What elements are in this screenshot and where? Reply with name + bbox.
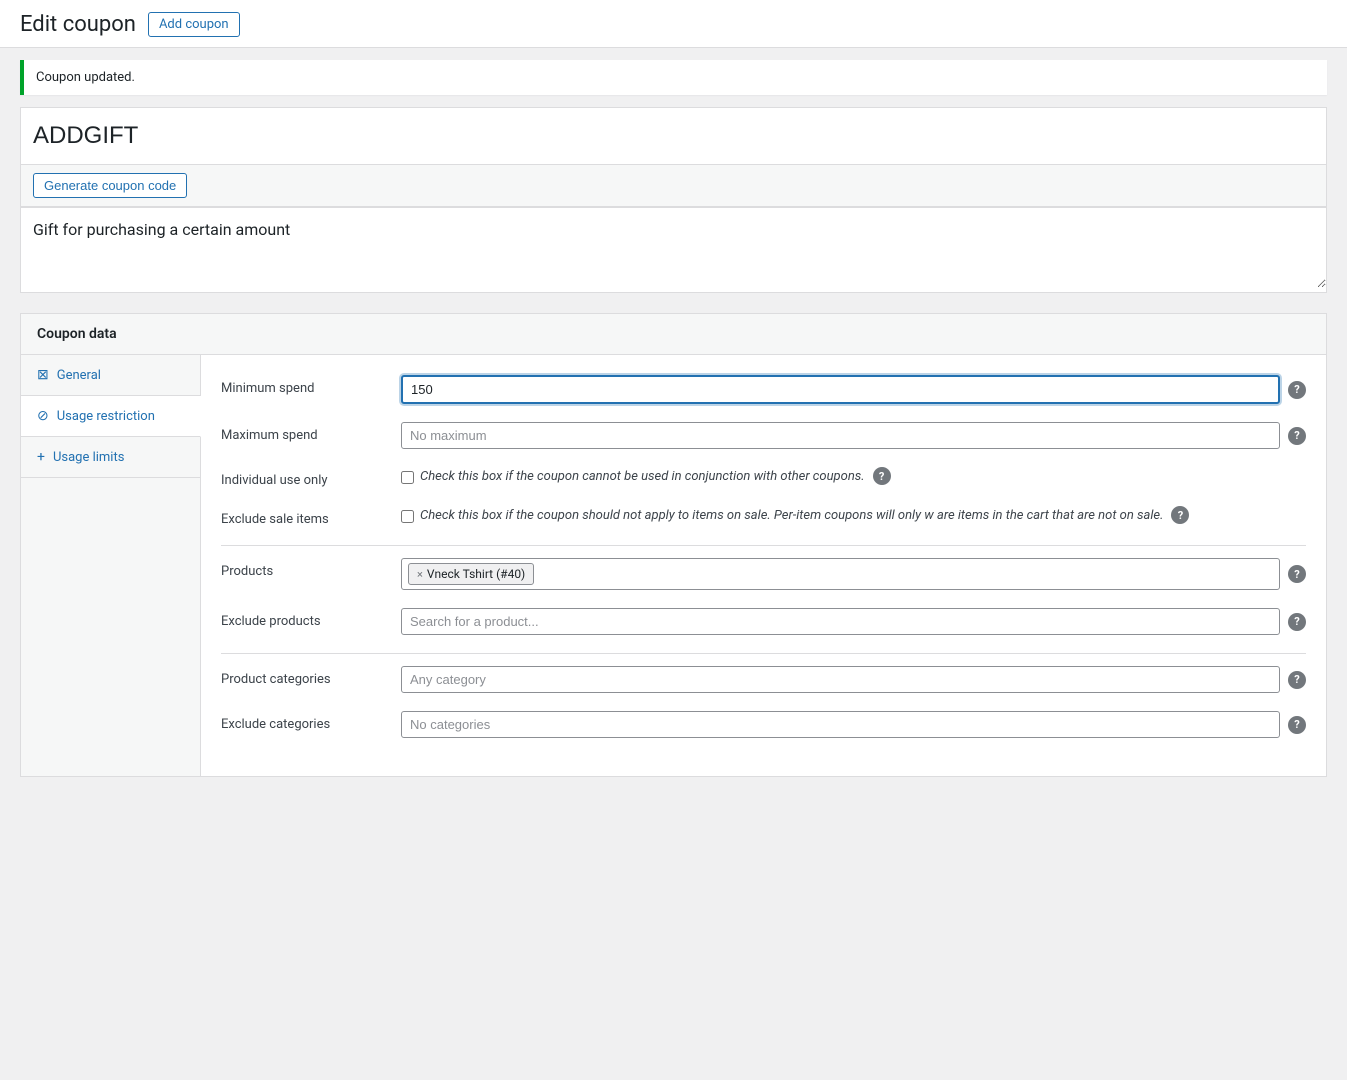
products-help-icon[interactable]: ? bbox=[1288, 565, 1306, 583]
exclude-products-row: Exclude products ? bbox=[221, 608, 1306, 635]
tab-usage-limits[interactable]: + Usage limits bbox=[21, 437, 200, 478]
product-categories-label: Product categories bbox=[221, 666, 401, 687]
individual-use-checkbox-label: Check this box if the coupon cannot be u… bbox=[401, 469, 865, 484]
exclude-products-control: ? bbox=[401, 608, 1306, 635]
restriction-icon: ⊘ bbox=[37, 408, 49, 424]
individual-use-label: Individual use only bbox=[221, 467, 401, 488]
individual-use-row: Individual use only Check this box if th… bbox=[221, 467, 1306, 488]
tab-usage-restriction-label: Usage restriction bbox=[57, 409, 155, 424]
page-wrapper: Edit coupon Add coupon Coupon updated. G… bbox=[0, 0, 1347, 1080]
product-categories-control: ? bbox=[401, 666, 1306, 693]
maximum-spend-help-icon[interactable]: ? bbox=[1288, 427, 1306, 445]
individual-use-help-icon[interactable]: ? bbox=[873, 467, 891, 485]
products-input-wrapper[interactable]: × Vneck Tshirt (#40) bbox=[401, 558, 1280, 590]
exclude-sale-row: Exclude sale items Check this box if the… bbox=[221, 506, 1306, 527]
exclude-products-label: Exclude products bbox=[221, 608, 401, 629]
minimum-spend-input[interactable] bbox=[401, 375, 1280, 404]
coupon-data-section: Coupon data ⊠ General ⊘ Usage restrictio… bbox=[20, 313, 1327, 777]
coupon-code-input-wrapper bbox=[21, 108, 1326, 165]
minimum-spend-control: ? bbox=[401, 375, 1306, 404]
page-title: Edit coupon bbox=[20, 12, 136, 37]
product-tag-remove-icon[interactable]: × bbox=[417, 568, 423, 581]
coupon-tabs: ⊠ General ⊘ Usage restriction + Usage li… bbox=[21, 355, 201, 776]
product-categories-input[interactable] bbox=[401, 666, 1280, 693]
tab-general-label: General bbox=[57, 368, 101, 383]
exclude-sale-help-icon[interactable]: ? bbox=[1171, 506, 1189, 524]
minimum-spend-help-icon[interactable]: ? bbox=[1288, 381, 1306, 399]
page-header: Edit coupon Add coupon bbox=[0, 0, 1347, 48]
maximum-spend-control: ? bbox=[401, 422, 1306, 449]
exclude-categories-label: Exclude categories bbox=[221, 711, 401, 732]
exclude-products-help-icon[interactable]: ? bbox=[1288, 613, 1306, 631]
exclude-categories-control: ? bbox=[401, 711, 1306, 738]
product-categories-row: Product categories ? bbox=[221, 666, 1306, 693]
notice-text: Coupon updated. bbox=[36, 70, 135, 85]
exclude-sale-checkbox[interactable] bbox=[401, 510, 414, 523]
exclude-sale-control: Check this box if the coupon should not … bbox=[401, 506, 1306, 524]
exclude-sale-checkbox-text: Check this box if the coupon should not … bbox=[420, 508, 1163, 523]
minimum-spend-row: Minimum spend ? bbox=[221, 375, 1306, 404]
coupon-data-title: Coupon data bbox=[21, 314, 1326, 355]
exclude-products-input[interactable] bbox=[401, 608, 1280, 635]
add-coupon-button[interactable]: Add coupon bbox=[148, 12, 240, 37]
tab-general[interactable]: ⊠ General bbox=[21, 355, 200, 396]
exclude-categories-input[interactable] bbox=[401, 711, 1280, 738]
maximum-spend-row: Maximum spend ? bbox=[221, 422, 1306, 449]
general-icon: ⊠ bbox=[37, 367, 49, 383]
exclude-sale-label: Exclude sale items bbox=[221, 506, 401, 527]
exclude-categories-help-icon[interactable]: ? bbox=[1288, 716, 1306, 734]
exclude-sale-checkbox-label: Check this box if the coupon should not … bbox=[401, 508, 1163, 523]
individual-use-control: Check this box if the coupon cannot be u… bbox=[401, 467, 1306, 485]
description-section bbox=[20, 208, 1327, 293]
product-categories-help-icon[interactable]: ? bbox=[1288, 671, 1306, 689]
exclude-categories-row: Exclude categories ? bbox=[221, 711, 1306, 738]
tab-usage-restriction[interactable]: ⊘ Usage restriction bbox=[21, 396, 201, 437]
divider-1 bbox=[221, 545, 1306, 546]
coupon-data-body: ⊠ General ⊘ Usage restriction + Usage li… bbox=[21, 355, 1326, 776]
usage-restriction-content: Minimum spend ? Maximum spend ? bbox=[201, 355, 1326, 776]
product-tag-label: Vneck Tshirt (#40) bbox=[427, 567, 525, 581]
individual-use-checkbox-text: Check this box if the coupon cannot be u… bbox=[420, 469, 865, 484]
generate-coupon-code-button[interactable]: Generate coupon code bbox=[33, 173, 187, 198]
divider-2 bbox=[221, 653, 1306, 654]
tab-usage-limits-label: Usage limits bbox=[53, 450, 124, 465]
individual-use-checkbox[interactable] bbox=[401, 471, 414, 484]
coupon-code-input[interactable] bbox=[33, 118, 1314, 154]
minimum-spend-label: Minimum spend bbox=[221, 375, 401, 396]
products-row: Products × Vneck Tshirt (#40) ? bbox=[221, 558, 1306, 590]
notice-bar: Coupon updated. bbox=[20, 60, 1327, 95]
products-label: Products bbox=[221, 558, 401, 579]
description-input[interactable] bbox=[21, 208, 1326, 288]
coupon-code-section: Generate coupon code bbox=[20, 107, 1327, 208]
limits-icon: + bbox=[37, 449, 45, 465]
products-control: × Vneck Tshirt (#40) ? bbox=[401, 558, 1306, 590]
generate-btn-wrapper: Generate coupon code bbox=[21, 165, 1326, 207]
maximum-spend-input[interactable] bbox=[401, 422, 1280, 449]
product-tag-vneck[interactable]: × Vneck Tshirt (#40) bbox=[408, 563, 534, 585]
maximum-spend-label: Maximum spend bbox=[221, 422, 401, 443]
